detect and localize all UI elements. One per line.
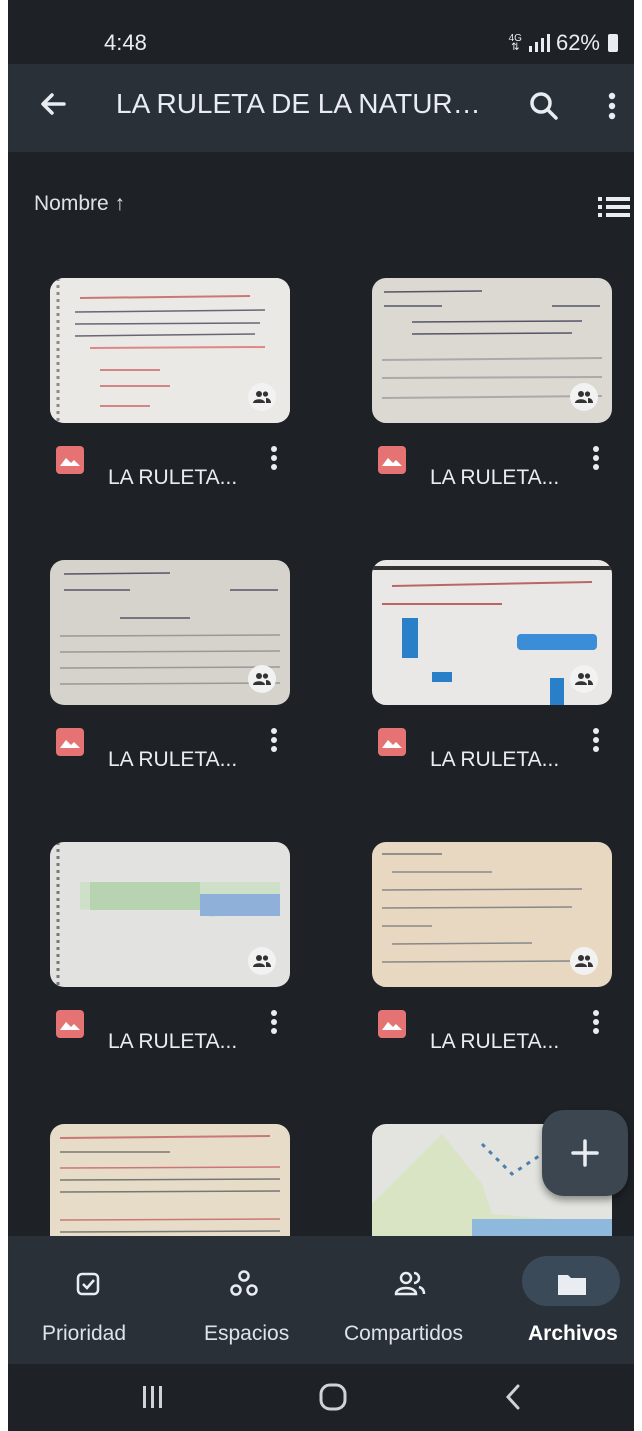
- plus-icon: [571, 1139, 599, 1167]
- new-file-fab[interactable]: [542, 1110, 628, 1196]
- nav-label: Prioridad: [42, 1322, 127, 1345]
- file-name: LA RULETA...: [430, 1030, 560, 1053]
- file-name: LA RULETA...: [430, 748, 560, 771]
- nav-label: Archivos: [528, 1322, 618, 1345]
- shared-people-icon: [394, 1271, 426, 1296]
- file-thumbnail[interactable]: [50, 560, 290, 705]
- nav-item-prioridad[interactable]: Prioridad: [8, 1236, 164, 1364]
- shared-people-icon: [248, 383, 276, 411]
- shared-people-icon: [570, 383, 598, 411]
- image-icon: [378, 446, 406, 474]
- image-icon: [56, 446, 84, 474]
- shared-people-icon: [570, 947, 598, 975]
- file-thumbnail[interactable]: [372, 278, 612, 423]
- nav-label: Compartidos: [344, 1322, 464, 1345]
- image-icon: [56, 1010, 84, 1038]
- nav-label: Espacios: [204, 1322, 290, 1345]
- recent-apps-icon[interactable]: [140, 1384, 166, 1410]
- phone-screen: 4:48 4G ⇅ 62% LA RULETA DE LA NATURAL... …: [8, 0, 634, 1431]
- file-thumbnail[interactable]: [50, 278, 290, 423]
- nav-item-compartidos[interactable]: Compartidos: [320, 1236, 500, 1364]
- priority-check-icon: [76, 1272, 100, 1296]
- file-name: LA RULETA...: [430, 466, 560, 489]
- file-thumbnail[interactable]: [50, 842, 290, 987]
- file-more-icon[interactable]: [266, 444, 282, 474]
- shared-people-icon: [248, 947, 276, 975]
- image-icon: [378, 1010, 406, 1038]
- file-more-icon[interactable]: [266, 1008, 282, 1038]
- file-name: LA RULETA...: [108, 748, 238, 771]
- home-icon[interactable]: [318, 1382, 348, 1412]
- shared-people-icon: [570, 665, 598, 693]
- system-back-icon[interactable]: [502, 1382, 524, 1412]
- file-more-icon[interactable]: [588, 444, 604, 474]
- file-name: LA RULETA...: [108, 466, 238, 489]
- system-navigation-bar: [8, 1364, 634, 1431]
- file-more-icon[interactable]: [266, 726, 282, 756]
- file-more-icon[interactable]: [588, 726, 604, 756]
- file-more-icon[interactable]: [588, 1008, 604, 1038]
- image-icon: [378, 728, 406, 756]
- bottom-navigation: Prioridad Espacios Compartidos Archivos: [8, 1236, 634, 1364]
- image-icon: [56, 728, 84, 756]
- file-grid: LA RULETA... LA RULETA... LA RULETA... L…: [8, 0, 634, 1431]
- nav-item-archivos[interactable]: Archivos: [500, 1236, 634, 1364]
- folder-icon: [558, 1275, 586, 1295]
- file-thumbnail[interactable]: [372, 560, 612, 705]
- shared-people-icon: [248, 665, 276, 693]
- file-thumbnail[interactable]: [372, 842, 612, 987]
- file-name: LA RULETA...: [108, 1030, 238, 1053]
- nav-item-espacios[interactable]: Espacios: [164, 1236, 320, 1364]
- spaces-icon: [230, 1270, 258, 1296]
